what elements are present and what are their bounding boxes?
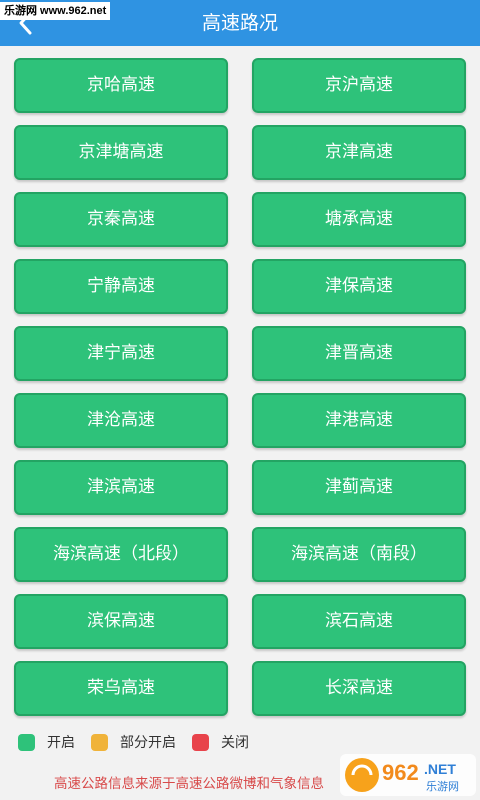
road-button[interactable]: 滨石高速 bbox=[252, 594, 466, 649]
road-button[interactable]: 京津塘高速 bbox=[14, 125, 228, 180]
status-legend: 开启 部分开启 关闭 bbox=[18, 732, 265, 752]
legend-item: 关闭 bbox=[192, 732, 249, 752]
road-button[interactable]: 津滨高速 bbox=[14, 460, 228, 515]
legend-item: 部分开启 bbox=[91, 732, 176, 752]
road-button[interactable]: 京沪高速 bbox=[252, 58, 466, 113]
road-button[interactable]: 津沧高速 bbox=[14, 393, 228, 448]
legend-label: 部分开启 bbox=[120, 735, 176, 751]
road-button[interactable]: 长深高速 bbox=[252, 661, 466, 716]
road-button[interactable]: 津保高速 bbox=[252, 259, 466, 314]
legend-label: 开启 bbox=[47, 735, 75, 751]
logo-number: 962 bbox=[382, 760, 419, 785]
legend-swatch bbox=[18, 733, 35, 751]
legend-swatch bbox=[192, 733, 209, 751]
road-button[interactable]: 塘承高速 bbox=[252, 192, 466, 247]
road-button[interactable]: 津蓟高速 bbox=[252, 460, 466, 515]
road-button[interactable]: 海滨高速（北段） bbox=[14, 527, 228, 582]
road-button[interactable]: 京哈高速 bbox=[14, 58, 228, 113]
road-button[interactable]: 京津高速 bbox=[252, 125, 466, 180]
road-button[interactable]: 津港高速 bbox=[252, 393, 466, 448]
watermark-logo: 962 .NET 乐游网 bbox=[340, 754, 476, 796]
logo-suffix: .NET bbox=[424, 761, 456, 777]
road-button[interactable]: 宁静高速 bbox=[14, 259, 228, 314]
watermark-text: 乐游网 www.962.net bbox=[0, 2, 111, 20]
road-button[interactable]: 荣乌高速 bbox=[14, 661, 228, 716]
road-button[interactable]: 海滨高速（南段） bbox=[252, 527, 466, 582]
road-grid: 京哈高速 京沪高速 京津塘高速 京津高速 京秦高速 塘承高速 宁静高速 津保高速 津宁高速 津晋高… bbox=[14, 58, 466, 716]
road-button[interactable]: 津晋高速 bbox=[252, 326, 466, 381]
road-button[interactable]: 津宁高速 bbox=[14, 326, 228, 381]
legend-item: 开启 bbox=[18, 732, 75, 752]
legend-label: 关闭 bbox=[221, 735, 249, 751]
logo-subtitle: 乐游网 bbox=[426, 780, 459, 793]
road-button[interactable]: 滨保高速 bbox=[14, 594, 228, 649]
road-button[interactable]: 京秦高速 bbox=[14, 192, 228, 247]
legend-swatch bbox=[91, 733, 108, 751]
